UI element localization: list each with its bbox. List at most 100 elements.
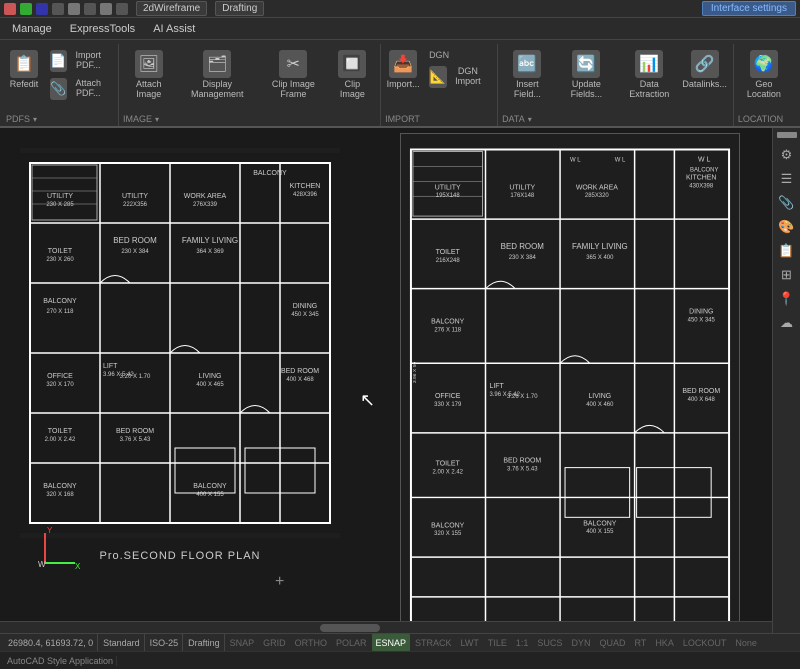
top-bar: 2dWireframe Drafting Interface settings bbox=[0, 0, 800, 18]
svg-text:222X356: 222X356 bbox=[123, 202, 148, 208]
dyn-btn[interactable]: DYN bbox=[567, 634, 594, 651]
svg-text:230 X 384: 230 X 384 bbox=[509, 255, 537, 261]
svg-text:3.96 X 5.42: 3.96 X 5.42 bbox=[489, 392, 520, 398]
ribbon-group-import-label: IMPORT bbox=[385, 112, 420, 126]
ribbon-btn-attach-image[interactable]: 🖼 Attach Image bbox=[123, 48, 175, 102]
svg-text:450 X 345: 450 X 345 bbox=[688, 317, 716, 323]
toolbar-properties-btn[interactable]: 📋 bbox=[776, 240, 798, 262]
none-btn[interactable]: None bbox=[731, 634, 761, 651]
ribbon-btn-dgn-import[interactable]: 📐 DGN Import bbox=[425, 64, 491, 90]
ribbon-btn-import[interactable]: 📥 Import... bbox=[385, 48, 421, 92]
h-scrollbar[interactable] bbox=[0, 621, 772, 633]
menu-aiassist[interactable]: AI Assist bbox=[145, 21, 203, 37]
svg-text:LIFT: LIFT bbox=[103, 363, 118, 370]
svg-text:230 X 384: 230 X 384 bbox=[121, 249, 149, 255]
ribbon-btn-display-mgmt[interactable]: 🗂 Display Management bbox=[179, 48, 256, 102]
lockout-btn[interactable]: LOCKOUT bbox=[679, 634, 731, 651]
svg-text:276X339: 276X339 bbox=[193, 202, 218, 208]
svg-text:TOILET: TOILET bbox=[48, 248, 73, 255]
attach-pdf-label: Attach PDF... bbox=[69, 79, 108, 99]
svg-text:LIVING: LIVING bbox=[199, 373, 222, 380]
geo-location-icon: 🌍 bbox=[750, 50, 778, 78]
svg-text:BALCONY: BALCONY bbox=[583, 520, 617, 527]
ribbon-group-pdfs-label[interactable]: PDFS ▾ bbox=[6, 112, 37, 126]
ribbon-group-data-label[interactable]: DATA ▾ bbox=[502, 112, 532, 126]
sucs-btn[interactable]: SUCS bbox=[533, 634, 566, 651]
standard-display: Standard bbox=[99, 634, 145, 651]
scale-btn[interactable]: 1:1 bbox=[512, 634, 533, 651]
rt-btn[interactable]: RT bbox=[630, 634, 650, 651]
ribbon-btn-datalinks[interactable]: 🔗 Datalinks... bbox=[682, 48, 726, 92]
ortho-btn[interactable]: ORTHO bbox=[291, 634, 331, 651]
toolbar-cloud-btn[interactable]: ☁ bbox=[776, 312, 798, 334]
svg-text:BED ROOM: BED ROOM bbox=[113, 236, 157, 245]
ribbon-btn-update-fields[interactable]: 🔄 Update Fields... bbox=[557, 48, 617, 102]
ribbon-btn-clip-frame[interactable]: ✂ Clip Image Frame bbox=[260, 48, 327, 102]
ribbon-btn-refedit[interactable]: 📋 Refedit bbox=[6, 48, 42, 92]
bottom-info: AutoCAD Style Application bbox=[4, 656, 117, 666]
drafting-dropdown[interactable]: Drafting bbox=[215, 1, 264, 16]
svg-text:400 X 465: 400 X 465 bbox=[196, 382, 224, 388]
toolbar-layers-btn[interactable]: ☰ bbox=[776, 168, 798, 190]
grid-btn[interactable]: GRID bbox=[259, 634, 290, 651]
svg-text:BALCONY: BALCONY bbox=[43, 483, 77, 490]
svg-text:400 X 460: 400 X 460 bbox=[586, 402, 614, 408]
ribbon-btn-data-extraction[interactable]: 📊 Data Extraction bbox=[620, 48, 678, 102]
toolbar-palette-btn[interactable]: 🎨 bbox=[776, 216, 798, 238]
svg-text:330 X 179: 330 X 179 bbox=[434, 402, 462, 408]
quad-btn[interactable]: QUAD bbox=[595, 634, 629, 651]
attach-pdf-icon: 📎 bbox=[50, 78, 67, 100]
strack-btn[interactable]: STRACK bbox=[411, 634, 456, 651]
app-icon4 bbox=[52, 3, 64, 15]
lwt-btn[interactable]: LWT bbox=[457, 634, 483, 651]
toolbar-location-btn[interactable]: 📍 bbox=[776, 288, 798, 310]
ribbon-btn-geo-location[interactable]: 🌍 Geo Location bbox=[738, 48, 790, 102]
snap-btn[interactable]: SNAP bbox=[226, 634, 259, 651]
wireframe-dropdown[interactable]: 2dWireframe bbox=[136, 1, 207, 16]
ribbon-btn-insert-field[interactable]: 🔤 Insert Field... bbox=[502, 48, 553, 102]
app-icon7 bbox=[100, 3, 112, 15]
svg-text:BALCONY: BALCONY bbox=[690, 167, 718, 173]
svg-text:216X248: 216X248 bbox=[436, 258, 461, 264]
polar-btn[interactable]: POLAR bbox=[332, 634, 371, 651]
ribbon-btn-attach-pdf[interactable]: 📎 Attach PDF... bbox=[46, 76, 112, 102]
svg-text:W L: W L bbox=[698, 156, 710, 163]
h-scrollbar-thumb[interactable] bbox=[320, 624, 380, 632]
tile-btn[interactable]: TILE bbox=[484, 634, 511, 651]
svg-text:X: X bbox=[75, 562, 81, 571]
menu-manage[interactable]: Manage bbox=[4, 21, 60, 37]
menu-expresstools[interactable]: ExpressTools bbox=[62, 21, 143, 37]
datalinks-label: Datalinks... bbox=[682, 80, 727, 90]
ribbon-group-image-label[interactable]: IMAGE ▾ bbox=[123, 112, 159, 126]
svg-text:2.00 X 2.42: 2.00 X 2.42 bbox=[432, 470, 463, 476]
app-icon5 bbox=[68, 3, 80, 15]
mouse-cursor: ↖ bbox=[360, 390, 375, 411]
import-icon: 📥 bbox=[389, 50, 417, 78]
svg-text:320 X 168: 320 X 168 bbox=[46, 492, 74, 498]
attach-image-label: Attach Image bbox=[127, 80, 171, 100]
mode-display: Drafting bbox=[184, 634, 225, 651]
svg-text:UTILITY: UTILITY bbox=[47, 193, 73, 200]
svg-text:276 X 118: 276 X 118 bbox=[434, 327, 461, 333]
esnap-btn[interactable]: ESNAP bbox=[372, 634, 411, 651]
hka-btn[interactable]: HKA bbox=[651, 634, 678, 651]
app-icon8 bbox=[116, 3, 128, 15]
canvas-area[interactable]: N UTILITY 230 X 285 UTILITY 222X356 WORK… bbox=[0, 128, 772, 633]
interface-settings-button[interactable]: Interface settings bbox=[702, 1, 796, 16]
import-label: Import... bbox=[387, 80, 420, 90]
svg-text:BALCONY: BALCONY bbox=[43, 298, 77, 305]
status-bar: 26980.4, 61693.72, 0 Standard ISO-25 Dra… bbox=[0, 633, 800, 651]
update-fields-label: Update Fields... bbox=[561, 80, 613, 100]
svg-text:3.96 X 5.42: 3.96 X 5.42 bbox=[103, 372, 134, 378]
ribbon: 📋 Refedit 📄 Import PDF... 📎 Attach PDF..… bbox=[0, 40, 800, 128]
toolbar-grid-btn[interactable]: ⊞ bbox=[776, 264, 798, 286]
svg-text:3.76 X 5.43: 3.76 X 5.43 bbox=[120, 437, 151, 443]
ribbon-btn-import-pdf[interactable]: 📄 Import PDF... bbox=[46, 48, 112, 74]
toolbar-settings-btn[interactable]: ⚙ bbox=[776, 144, 798, 166]
ribbon-btn-clip-image[interactable]: 🔲 Clip Image bbox=[331, 48, 374, 102]
datalinks-icon: 🔗 bbox=[691, 50, 719, 78]
clip-image-label: Clip Image bbox=[335, 80, 370, 100]
svg-text:WORK AREA: WORK AREA bbox=[576, 184, 618, 191]
svg-text:320 X 155: 320 X 155 bbox=[434, 531, 462, 537]
toolbar-attach-btn[interactable]: 📎 bbox=[776, 192, 798, 214]
